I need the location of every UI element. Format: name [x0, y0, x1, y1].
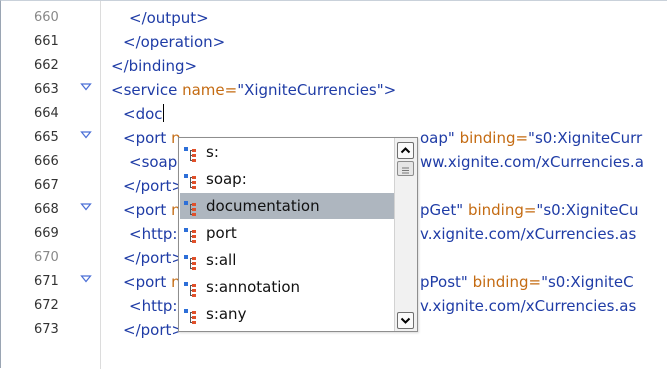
autocomplete-item[interactable]: soap: — [180, 166, 394, 192]
line-number: 670 — [34, 250, 59, 265]
code-line[interactable]: </binding> — [111, 54, 197, 78]
code-line[interactable]: <service name="XigniteCurrencies"> — [111, 78, 396, 102]
autocomplete-item[interactable]: port — [180, 220, 394, 246]
line-number: 669 — [34, 226, 59, 241]
autocomplete-item[interactable]: s:annotation — [180, 274, 394, 300]
autocomplete-item[interactable]: documentation — [180, 193, 394, 219]
code-line[interactable]: <doc — [123, 102, 164, 126]
autocomplete-item-label: s: — [206, 143, 219, 161]
scroll-down-button[interactable] — [397, 312, 414, 329]
code-token: name= — [182, 81, 238, 99]
code-line[interactable]: </output> — [129, 6, 209, 30]
code-token: "s0:XigniteCurr — [528, 129, 643, 147]
line-number-gutter: 660 661 662 663 664 665 666 667 668 669 670 671 672 6… — [2, 1, 101, 369]
autocomplete-item-label: soap: — [206, 170, 247, 188]
xml-element-icon — [184, 280, 202, 297]
code-line[interactable]: </port> — [123, 318, 184, 342]
code-token: binding= — [467, 201, 537, 219]
code-token: ww.xignite.com/xCurrencies.a — [420, 153, 644, 171]
fold-toggle-icon[interactable] — [80, 270, 92, 294]
autocomplete-item-label: port — [206, 224, 237, 242]
popup-scrollbar[interactable] — [394, 138, 417, 331]
code-line[interactable]: </operation> — [123, 30, 225, 54]
code-line[interactable]: </port> — [123, 246, 184, 270]
fold-toggle-icon[interactable] — [80, 198, 92, 222]
autocomplete-item-label: s:any — [206, 305, 247, 323]
code-token: <port — [123, 273, 172, 291]
code-token: "s0:XigniteCu — [536, 201, 639, 219]
line-number: 664 — [34, 106, 59, 121]
autocomplete-item-label: s:annotation — [206, 278, 301, 296]
code-line[interactable]: </port> — [123, 174, 184, 198]
code-token: <doc — [123, 105, 163, 123]
code-token: binding= — [472, 273, 542, 291]
line-number: 660 — [34, 10, 59, 25]
line-number: 673 — [34, 322, 59, 337]
autocomplete-item-label: s:all — [206, 251, 237, 269]
chevron-up-icon — [400, 147, 411, 154]
code-token: </port> — [123, 177, 184, 195]
xml-element-icon — [184, 253, 202, 270]
autocomplete-popup[interactable]: s: soap: documentation port s:all s:annotatio… — [178, 137, 418, 332]
code-token: "XigniteCurrencies" — [237, 81, 384, 99]
line-number: 661 — [34, 34, 59, 49]
code-token: </binding> — [111, 57, 198, 75]
xml-element-icon — [184, 307, 202, 324]
code-token: oap" — [420, 129, 460, 147]
code-token: </operation> — [123, 33, 226, 51]
code-token: </port> — [123, 249, 184, 267]
xml-element-icon — [184, 226, 202, 243]
line-number: 667 — [34, 178, 59, 193]
line-number: 662 — [34, 58, 59, 73]
code-token: v.xignite.com/xCurrencies.as — [420, 225, 637, 243]
fold-toggle-icon[interactable] — [80, 78, 92, 102]
xml-element-icon — [184, 199, 202, 216]
code-token: <port — [123, 129, 172, 147]
code-token: </port> — [123, 321, 184, 339]
autocomplete-item[interactable]: s: — [180, 139, 394, 165]
code-token: <service — [111, 81, 183, 99]
grip-icon — [402, 167, 409, 174]
chevron-down-icon — [400, 317, 411, 324]
code-token: "s0:XigniteC — [541, 273, 634, 291]
fold-toggle-icon[interactable] — [80, 126, 92, 150]
code-token: pPost" — [420, 273, 473, 291]
scroll-up-button[interactable] — [397, 142, 414, 159]
code-token: > — [383, 81, 397, 99]
xml-element-icon — [184, 172, 202, 189]
autocomplete-item[interactable]: s:any — [180, 301, 394, 327]
code-token: binding= — [459, 129, 529, 147]
xml-element-icon — [184, 145, 202, 162]
code-token: v.xignite.com/xCurrencies.as — [420, 297, 637, 315]
code-token: <port — [123, 201, 172, 219]
autocomplete-item-label: documentation — [206, 197, 320, 215]
scroll-thumb[interactable] — [397, 161, 414, 176]
code-token: </output> — [129, 9, 209, 27]
line-number: 672 — [34, 298, 59, 313]
autocomplete-item[interactable]: s:all — [180, 247, 394, 273]
text-cursor — [162, 104, 164, 122]
code-token: pGet" — [420, 201, 468, 219]
line-number: 666 — [34, 154, 59, 169]
code-token: <soap — [129, 153, 178, 171]
